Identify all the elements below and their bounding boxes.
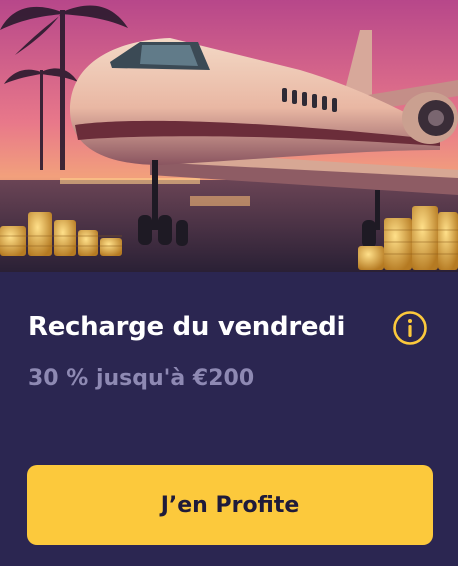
hero-image xyxy=(0,0,458,272)
promo-subtitle: 30 % jusqu'à €200 xyxy=(28,366,255,391)
title-row: Recharge du vendredi xyxy=(28,310,428,350)
info-circle-icon[interactable] xyxy=(392,310,428,346)
claim-offer-button[interactable]: J’en Profite xyxy=(27,465,433,545)
promo-title: Recharge du vendredi xyxy=(28,312,346,342)
promo-card: Recharge du vendredi 30 % jusqu'à €200 J… xyxy=(0,0,458,566)
